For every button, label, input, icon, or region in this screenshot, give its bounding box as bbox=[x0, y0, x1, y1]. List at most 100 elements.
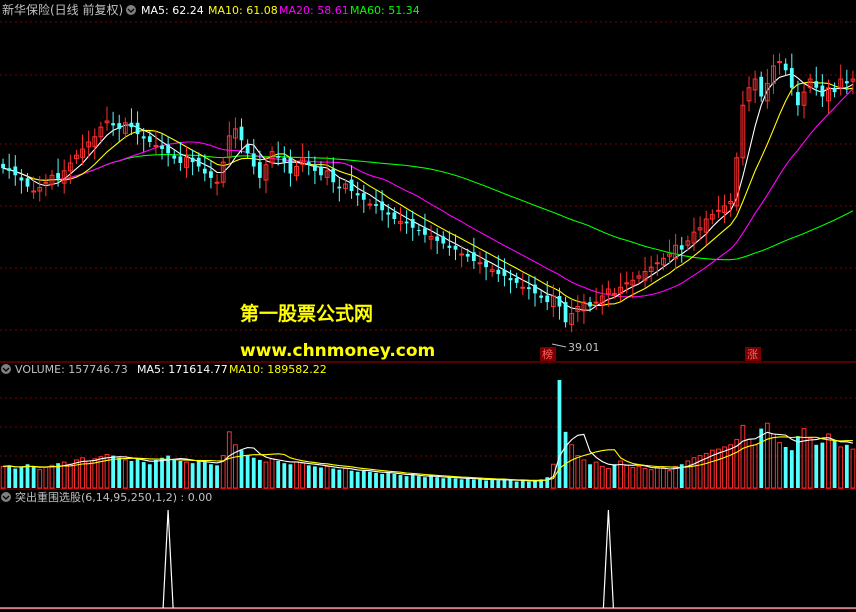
ma20-line bbox=[2, 88, 854, 298]
candle-body-down bbox=[331, 168, 336, 183]
collapse-icon[interactable] bbox=[1, 364, 11, 374]
indicator-legend: 突出重围选股(6,14,95,250,1,2) : 0.00 bbox=[1, 490, 212, 504]
volume-bar-up bbox=[642, 468, 648, 489]
candle-body-down bbox=[496, 269, 501, 275]
candle-body-down bbox=[563, 302, 568, 323]
volume-bar-down bbox=[19, 467, 24, 488]
volume-bar-up bbox=[673, 465, 679, 489]
candle-body-down bbox=[319, 166, 323, 176]
volume-bar-up bbox=[630, 466, 636, 489]
candle-body-down bbox=[533, 284, 537, 294]
volume-bar-up bbox=[826, 433, 831, 489]
volume-legend: VOLUME: 157746.73 MA5: 171614.77 MA10: 1… bbox=[1, 363, 327, 376]
volume-bar-down bbox=[117, 457, 122, 488]
volume-bar-down bbox=[508, 480, 513, 488]
volume-bar-up bbox=[654, 466, 660, 489]
volume-bar-down bbox=[282, 463, 287, 488]
volume-bar-up bbox=[43, 466, 49, 489]
volume-bar-up bbox=[661, 468, 666, 489]
volume-bar-up bbox=[599, 465, 605, 489]
candle-body-down bbox=[25, 178, 30, 187]
indicator-panel[interactable]: 突出重围选股(6,14,95,250,1,2) : 0.00 bbox=[0, 490, 856, 609]
volume-bar-up bbox=[838, 446, 844, 489]
signal-spikes bbox=[0, 509, 856, 609]
volume-bar-down bbox=[459, 479, 464, 488]
collapse-icon[interactable] bbox=[126, 5, 136, 15]
tag-rank[interactable]: 榜 bbox=[542, 347, 553, 361]
candle-body-down bbox=[844, 81, 849, 84]
collapse-icon[interactable] bbox=[1, 492, 11, 502]
volume-bar-down bbox=[484, 480, 488, 488]
ma20-legend: MA20: 58.61 bbox=[279, 4, 349, 17]
volume-bar-down bbox=[196, 459, 201, 488]
volume-bar-down bbox=[135, 458, 140, 488]
volume-ma10-legend: MA10: 189582.22 bbox=[229, 363, 327, 376]
volume-bar-down bbox=[368, 471, 372, 488]
price-panel[interactable]: 新华保险(日线 前复权) MA5: 62.24 MA10: 61.08 MA20… bbox=[1, 2, 856, 361]
ma5-line bbox=[2, 73, 854, 311]
volume-bar-down bbox=[789, 450, 794, 488]
volume-bar-down bbox=[832, 440, 837, 488]
volume-bar-down bbox=[386, 472, 391, 488]
volume-bar-down bbox=[478, 479, 482, 488]
volume-bar-up bbox=[226, 431, 232, 489]
volume-bar-down bbox=[557, 380, 562, 488]
candle-body-down bbox=[404, 221, 409, 224]
tag-limit-up[interactable]: 涨 bbox=[747, 348, 758, 361]
candle-body-down bbox=[172, 155, 177, 159]
watermark-url: www.chnmoney.com bbox=[240, 341, 435, 361]
signal-spike-1 bbox=[602, 509, 614, 609]
candle-body-down bbox=[196, 157, 201, 167]
candle-body-down bbox=[820, 85, 825, 97]
candle-body-up bbox=[153, 145, 159, 147]
volume-bar-down bbox=[349, 470, 354, 488]
volume-bar-down bbox=[25, 464, 30, 488]
volume-bar-down bbox=[13, 468, 18, 488]
ma60-path bbox=[2, 154, 854, 261]
candle-body-up bbox=[654, 262, 660, 265]
volume-bar-down bbox=[410, 475, 415, 488]
candle-body-down bbox=[257, 162, 262, 178]
chart-grid bbox=[0, 21, 856, 610]
candle-body-up bbox=[459, 253, 465, 256]
volume-bar-up bbox=[605, 468, 611, 489]
volume-panel[interactable]: VOLUME: 157746.73 MA5: 171614.77 MA10: 1… bbox=[0, 363, 856, 489]
volume-bar-up bbox=[771, 433, 776, 489]
volume-bar-down bbox=[257, 459, 262, 488]
volume-bar-down bbox=[490, 479, 495, 488]
candle-body-down bbox=[288, 157, 293, 174]
candle-body-down bbox=[276, 156, 281, 158]
candle-body-down bbox=[435, 236, 440, 241]
candle-body-down bbox=[374, 204, 378, 206]
volume-bar-down bbox=[245, 455, 250, 488]
volume-bar-down bbox=[306, 465, 311, 488]
candle-body-up bbox=[43, 181, 49, 184]
volume-bar-up bbox=[67, 463, 73, 489]
candle-body-down bbox=[832, 87, 837, 93]
volume-bar-down bbox=[355, 471, 360, 488]
stock-chart[interactable]: 新华保险(日线 前复权) MA5: 62.24 MA10: 61.08 MA20… bbox=[0, 0, 856, 612]
volume-bar-down bbox=[141, 462, 146, 488]
candle-body-down bbox=[588, 302, 592, 307]
volume-bar-up bbox=[569, 444, 575, 489]
candle-body-down bbox=[380, 201, 385, 211]
volume-bar-up bbox=[685, 460, 691, 489]
volume-bar-down bbox=[612, 464, 617, 488]
candle-body-down bbox=[117, 123, 122, 129]
candle-body-down bbox=[441, 236, 446, 244]
volume-bar-up bbox=[581, 459, 587, 489]
volume-bar-up bbox=[122, 459, 128, 489]
volume-bar-up bbox=[86, 460, 92, 489]
candle-body-up bbox=[214, 181, 220, 184]
volume-bar-down bbox=[209, 464, 213, 488]
volume-bar-down bbox=[435, 477, 440, 488]
candle-body-down bbox=[679, 245, 684, 250]
volume-bar-down bbox=[520, 480, 525, 488]
candle-body-down bbox=[783, 63, 788, 71]
ma60-legend: MA60: 51.34 bbox=[350, 4, 420, 17]
volume-bar-up bbox=[716, 448, 721, 489]
volume-bar-up bbox=[691, 457, 697, 489]
volume-bar-down bbox=[276, 461, 281, 488]
volume-bar-down bbox=[563, 431, 568, 488]
volume-bar-down bbox=[496, 480, 501, 488]
